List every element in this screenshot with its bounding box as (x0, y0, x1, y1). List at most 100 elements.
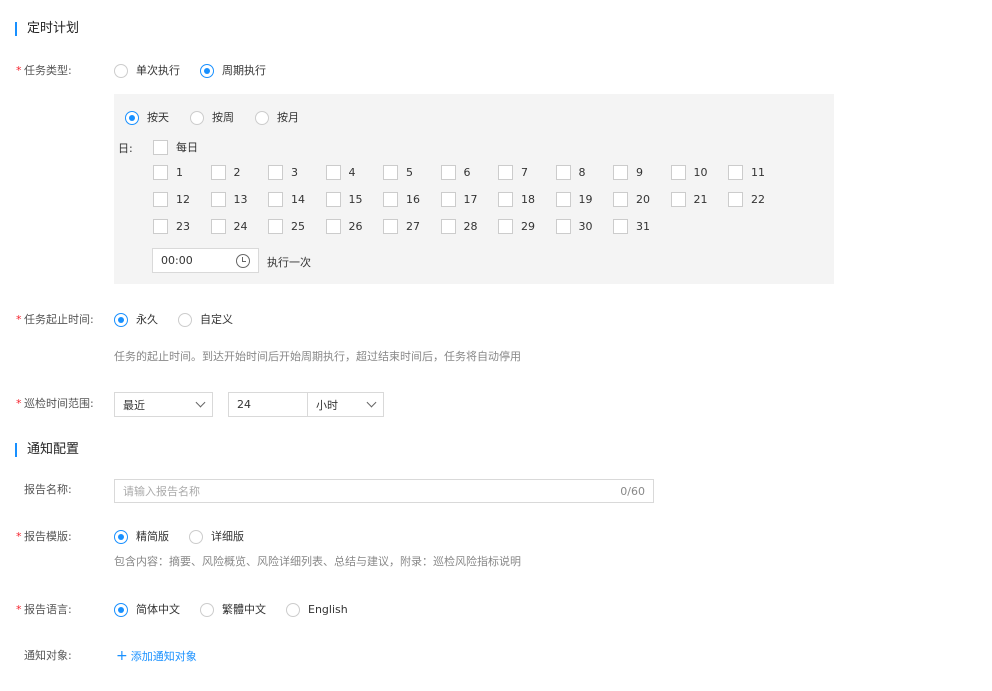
checkbox-day-19[interactable]: 19 (555, 192, 593, 207)
report-name-label: 报告名称: (24, 483, 72, 496)
radio-by-week[interactable]: 按周 (190, 111, 234, 125)
radio-by-month[interactable]: 按月 (255, 111, 299, 125)
day-number: 11 (751, 165, 765, 179)
radio-template-brief[interactable]: 精简版 (114, 530, 169, 544)
day-number: 16 (406, 192, 420, 206)
day-number: 12 (176, 192, 190, 206)
checkbox-day-6[interactable]: 6 (440, 165, 471, 180)
day-number: 27 (406, 219, 420, 233)
report-name-input[interactable]: 请输入报告名称 0/60 (114, 479, 654, 503)
radio-forever[interactable]: 永久 (114, 313, 158, 327)
checkbox-day-20[interactable]: 20 (613, 192, 650, 207)
range-value-input[interactable]: 24 (228, 392, 308, 417)
checkbox-day-5[interactable]: 5 (383, 165, 413, 180)
label-text: 任务类型: (24, 64, 72, 77)
day-number: 13 (233, 192, 248, 206)
checkbox-day-22[interactable]: 22 (728, 192, 765, 207)
radio-lang-en[interactable]: English (286, 603, 348, 617)
checkbox-day-12[interactable]: 12 (153, 192, 190, 207)
checkbox-day-18[interactable]: 18 (498, 192, 535, 207)
day-number: 21 (693, 192, 708, 206)
radio-single[interactable]: 单次执行 (114, 64, 180, 78)
section-title-notify: 通知配置 (15, 443, 79, 457)
chevron-down-icon (366, 397, 377, 408)
day-number: 8 (578, 165, 586, 179)
day-number: 14 (291, 192, 305, 206)
char-counter: 0/60 (620, 484, 645, 498)
checkbox-day-16[interactable]: 16 (383, 192, 420, 207)
target-label: 通知对象: (24, 649, 72, 662)
checkbox-day-15[interactable]: 15 (325, 192, 363, 207)
day-number: 28 (463, 219, 478, 233)
checkbox-day-23[interactable]: 23 (153, 219, 190, 234)
checkbox-day-24[interactable]: 24 (210, 219, 248, 234)
duration-hint: 任务的起止时间。到达开始时间后开始周期执行，超过结束时间后，任务将自动停用 (114, 350, 521, 363)
checkbox-day-30[interactable]: 30 (555, 219, 593, 234)
run-once-text: 执行一次 (267, 256, 311, 269)
time-input[interactable]: 00:00 (152, 248, 259, 273)
radio-template-detailed[interactable]: 详细版 (189, 530, 244, 544)
task-type-label: * 任务类型: (16, 64, 72, 77)
radio-custom[interactable]: 自定义 (178, 313, 233, 327)
range-label: * 巡检时间范围: (16, 397, 94, 410)
section-title-schedule: 定时计划 (15, 22, 79, 36)
checkbox-day-25[interactable]: 25 (268, 219, 305, 234)
day-number: 4 (348, 165, 356, 179)
radio-by-day[interactable]: 按天 (125, 111, 169, 125)
day-number: 2 (233, 165, 241, 179)
checkbox-day-21[interactable]: 21 (670, 192, 708, 207)
checkbox-day-7[interactable]: 7 (498, 165, 528, 180)
checkbox-day-4[interactable]: 4 (325, 165, 356, 180)
range-mode-select[interactable]: 最近 (114, 392, 213, 417)
radio-lang-zh-tw[interactable]: 繁體中文 (200, 603, 266, 617)
range-unit-select[interactable]: 小时 (307, 392, 384, 417)
checkbox-day-9[interactable]: 9 (613, 165, 643, 180)
day-number: 18 (521, 192, 535, 206)
template-label: * 报告模版: (16, 530, 72, 543)
plus-icon: + (116, 648, 128, 664)
checkbox-day-2[interactable]: 2 (210, 165, 241, 180)
day-number: 29 (521, 219, 535, 233)
checkbox-day-26[interactable]: 26 (325, 219, 363, 234)
checkbox-day-29[interactable]: 29 (498, 219, 535, 234)
day-number: 19 (578, 192, 593, 206)
checkbox-day-17[interactable]: 17 (440, 192, 478, 207)
day-label: 日: (118, 142, 133, 155)
day-number: 22 (751, 192, 765, 206)
language-label: * 报告语言: (16, 603, 72, 616)
checkbox-day-13[interactable]: 13 (210, 192, 248, 207)
day-number: 31 (636, 219, 650, 233)
checkbox-day-11[interactable]: 11 (728, 165, 765, 180)
clock-icon (236, 253, 250, 268)
checkbox-every-day[interactable]: 每日 (153, 140, 198, 155)
checkbox-day-1[interactable]: 1 (153, 165, 183, 180)
chevron-down-icon (195, 397, 206, 408)
day-number: 30 (578, 219, 593, 233)
day-number: 23 (176, 219, 190, 233)
day-number: 20 (636, 192, 650, 206)
checkbox-day-3[interactable]: 3 (268, 165, 298, 180)
radio-periodic[interactable]: 周期执行 (200, 64, 266, 78)
day-number: 7 (521, 165, 528, 179)
day-number: 3 (291, 165, 298, 179)
checkbox-day-27[interactable]: 27 (383, 219, 420, 234)
day-number: 17 (463, 192, 478, 206)
checkbox-day-10[interactable]: 10 (670, 165, 708, 180)
checkbox-day-31[interactable]: 31 (613, 219, 650, 234)
template-hint: 包含内容：摘要、风险概览、风险详细列表、总结与建议，附录：巡检风险指标说明 (114, 555, 521, 568)
checkbox-day-14[interactable]: 14 (268, 192, 305, 207)
day-number: 26 (348, 219, 363, 233)
radio-lang-zh-cn[interactable]: 简体中文 (114, 603, 180, 617)
day-number: 5 (406, 165, 413, 179)
day-number: 1 (176, 165, 183, 179)
add-target-button[interactable]: + 添加通知对象 (116, 649, 197, 664)
day-number: 25 (291, 219, 305, 233)
day-number: 15 (348, 192, 363, 206)
day-number: 9 (636, 165, 643, 179)
day-number: 6 (463, 165, 471, 179)
checkbox-day-8[interactable]: 8 (555, 165, 586, 180)
day-number: 10 (693, 165, 708, 179)
duration-label: * 任务起止时间: (16, 313, 94, 326)
day-number: 24 (233, 219, 248, 233)
checkbox-day-28[interactable]: 28 (440, 219, 478, 234)
